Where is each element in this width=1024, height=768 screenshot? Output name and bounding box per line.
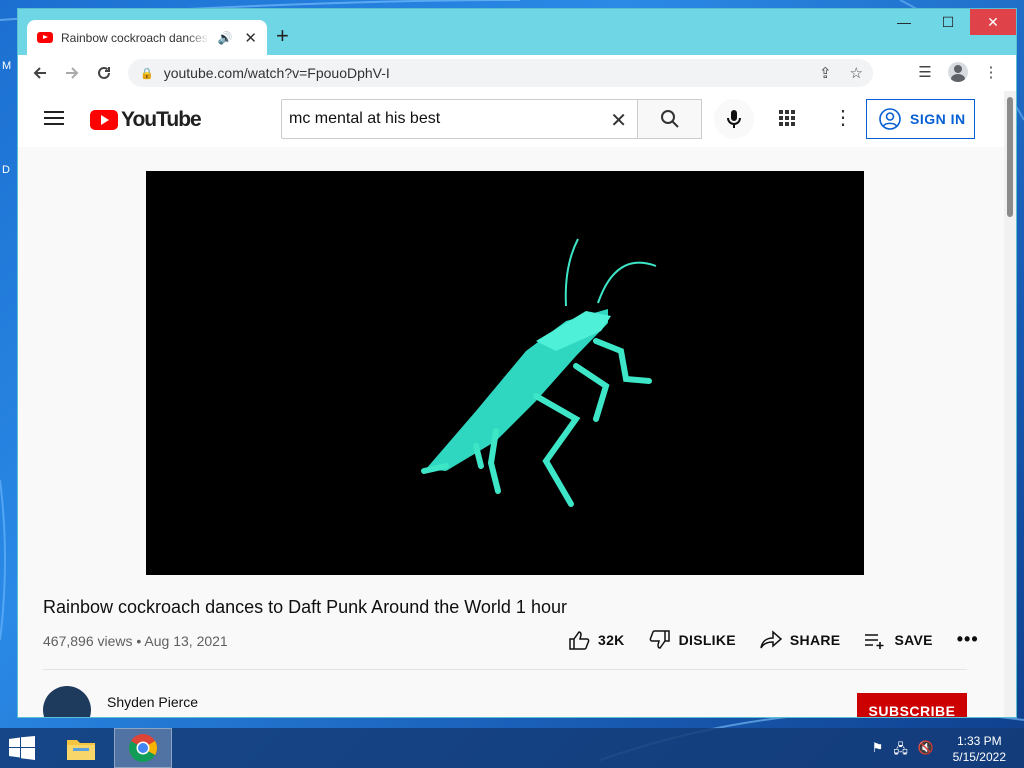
close-window-button[interactable]: ✕ bbox=[970, 9, 1016, 35]
clock-date: 5/15/2022 bbox=[952, 750, 1006, 764]
save-label: SAVE bbox=[894, 631, 933, 648]
volume-muted-icon[interactable]: 🔇 bbox=[918, 740, 934, 762]
settings-more-icon[interactable]: ⋮ bbox=[833, 108, 853, 128]
youtube-wordmark: YouTube bbox=[121, 108, 202, 131]
chrome-taskbar-button[interactable] bbox=[114, 728, 172, 768]
divider bbox=[43, 669, 967, 670]
scrollbar-thumb[interactable] bbox=[1007, 97, 1013, 217]
minimize-button[interactable]: — bbox=[882, 9, 926, 35]
video-actions: 32K DISLIKE SHARE SAVE ••• bbox=[568, 629, 979, 650]
like-count: 32K bbox=[598, 631, 625, 648]
maximize-button[interactable]: ☐ bbox=[926, 9, 970, 35]
youtube-header: YouTube mc mental at his best ✕ ⋮ SIGN I… bbox=[18, 91, 1006, 147]
start-button[interactable] bbox=[8, 736, 36, 765]
chrome-icon bbox=[129, 734, 157, 762]
video-title: Rainbow cockroach dances to Daft Punk Ar… bbox=[43, 597, 567, 617]
desktop-icon-label[interactable]: M bbox=[2, 60, 11, 72]
cockroach-video-frame bbox=[421, 238, 657, 507]
video-meta: 467,896 views • Aug 13, 2021 bbox=[43, 633, 228, 649]
youtube-favicon-icon bbox=[37, 32, 53, 43]
youtube-logo[interactable]: YouTube bbox=[90, 108, 202, 132]
tab-strip: Rainbow cockroach dances to Daft Punk Ar… bbox=[18, 9, 1016, 55]
network-icon[interactable]: 🖧 bbox=[893, 740, 908, 762]
tab-title: Rainbow cockroach dances to Daft Punk Ar… bbox=[61, 30, 209, 45]
system-tray: ⚑ 🖧 🔇 bbox=[872, 740, 934, 762]
sign-in-button[interactable]: SIGN IN bbox=[866, 99, 975, 139]
page-scrollbar[interactable] bbox=[1004, 91, 1016, 717]
search-input[interactable]: mc mental at his best ✕ bbox=[281, 99, 638, 139]
desktop-icon-label[interactable]: D bbox=[2, 164, 10, 176]
windows-logo-icon bbox=[9, 736, 35, 760]
more-actions-icon[interactable]: ••• bbox=[957, 629, 979, 650]
share-arrow-icon bbox=[760, 629, 782, 648]
apps-grid-icon[interactable] bbox=[778, 109, 796, 132]
file-explorer-taskbar-button[interactable] bbox=[52, 728, 110, 768]
playlist-add-icon bbox=[865, 633, 884, 649]
url-text[interactable]: youtube.com/watch?v=FpouoDphV-I bbox=[164, 65, 390, 81]
clock-time: 1:33 PM bbox=[956, 734, 1002, 748]
back-button[interactable] bbox=[24, 57, 56, 89]
channel-avatar[interactable] bbox=[43, 686, 91, 717]
speaker-icon[interactable]: 🔊 bbox=[217, 31, 232, 45]
dislike-label: DISLIKE bbox=[678, 631, 736, 648]
subscribe-button[interactable]: SUBSCRIBE bbox=[857, 693, 967, 717]
media-control-icon[interactable]: ☰ bbox=[914, 61, 936, 83]
tab-close-icon[interactable]: ✕ bbox=[244, 29, 257, 47]
thumbs-down-icon bbox=[649, 629, 670, 649]
share-page-icon[interactable]: ⇪ bbox=[819, 64, 832, 82]
search-icon bbox=[660, 110, 679, 128]
youtube-page: YouTube mc mental at his best ✕ ⋮ SIGN I… bbox=[18, 91, 1006, 717]
voice-search-button[interactable] bbox=[714, 99, 754, 139]
action-center-flag-icon[interactable]: ⚑ bbox=[872, 740, 884, 762]
clear-search-icon[interactable]: ✕ bbox=[610, 108, 627, 133]
search-query[interactable]: mc mental at his best bbox=[289, 110, 440, 128]
forward-button[interactable] bbox=[56, 57, 88, 89]
microphone-icon bbox=[727, 110, 741, 128]
taskbar-clock[interactable]: 1:33 PM 5/15/2022 bbox=[953, 733, 1006, 765]
sign-in-label: SIGN IN bbox=[910, 111, 966, 127]
reload-button[interactable] bbox=[88, 57, 120, 89]
taskbar: ⚑ 🖧 🔇 1:33 PM 5/15/2022 bbox=[0, 728, 1024, 768]
channel-name[interactable]: Shyden Pierce bbox=[107, 694, 198, 710]
browser-window: Rainbow cockroach dances to Daft Punk Ar… bbox=[17, 8, 1017, 718]
save-button[interactable]: SAVE bbox=[864, 630, 932, 650]
thumbs-up-icon bbox=[569, 630, 590, 650]
guide-menu-icon[interactable] bbox=[44, 111, 64, 125]
video-player[interactable] bbox=[146, 171, 864, 575]
folder-icon bbox=[67, 740, 95, 760]
search-button[interactable] bbox=[638, 99, 702, 139]
browser-toolbar: 🔒 youtube.com/watch?v=FpouoDphV-I ⇪ ☆ ☰ … bbox=[18, 55, 1016, 91]
dislike-button[interactable]: DISLIKE bbox=[649, 629, 736, 650]
youtube-play-icon bbox=[90, 110, 118, 130]
share-label: SHARE bbox=[789, 631, 841, 648]
share-button[interactable]: SHARE bbox=[760, 629, 841, 650]
browser-menu-icon[interactable]: ⋮ bbox=[980, 61, 1002, 83]
address-bar[interactable]: 🔒 youtube.com/watch?v=FpouoDphV-I ⇪ ☆ bbox=[128, 59, 873, 87]
account-icon bbox=[879, 108, 901, 130]
profile-avatar[interactable] bbox=[948, 62, 968, 82]
like-button[interactable]: 32K bbox=[568, 630, 625, 650]
bookmark-star-icon[interactable]: ☆ bbox=[850, 64, 863, 82]
browser-tab[interactable]: Rainbow cockroach dances to Daft Punk Ar… bbox=[27, 20, 267, 55]
lock-icon[interactable]: 🔒 bbox=[140, 67, 154, 80]
new-tab-button[interactable]: + bbox=[276, 25, 289, 47]
